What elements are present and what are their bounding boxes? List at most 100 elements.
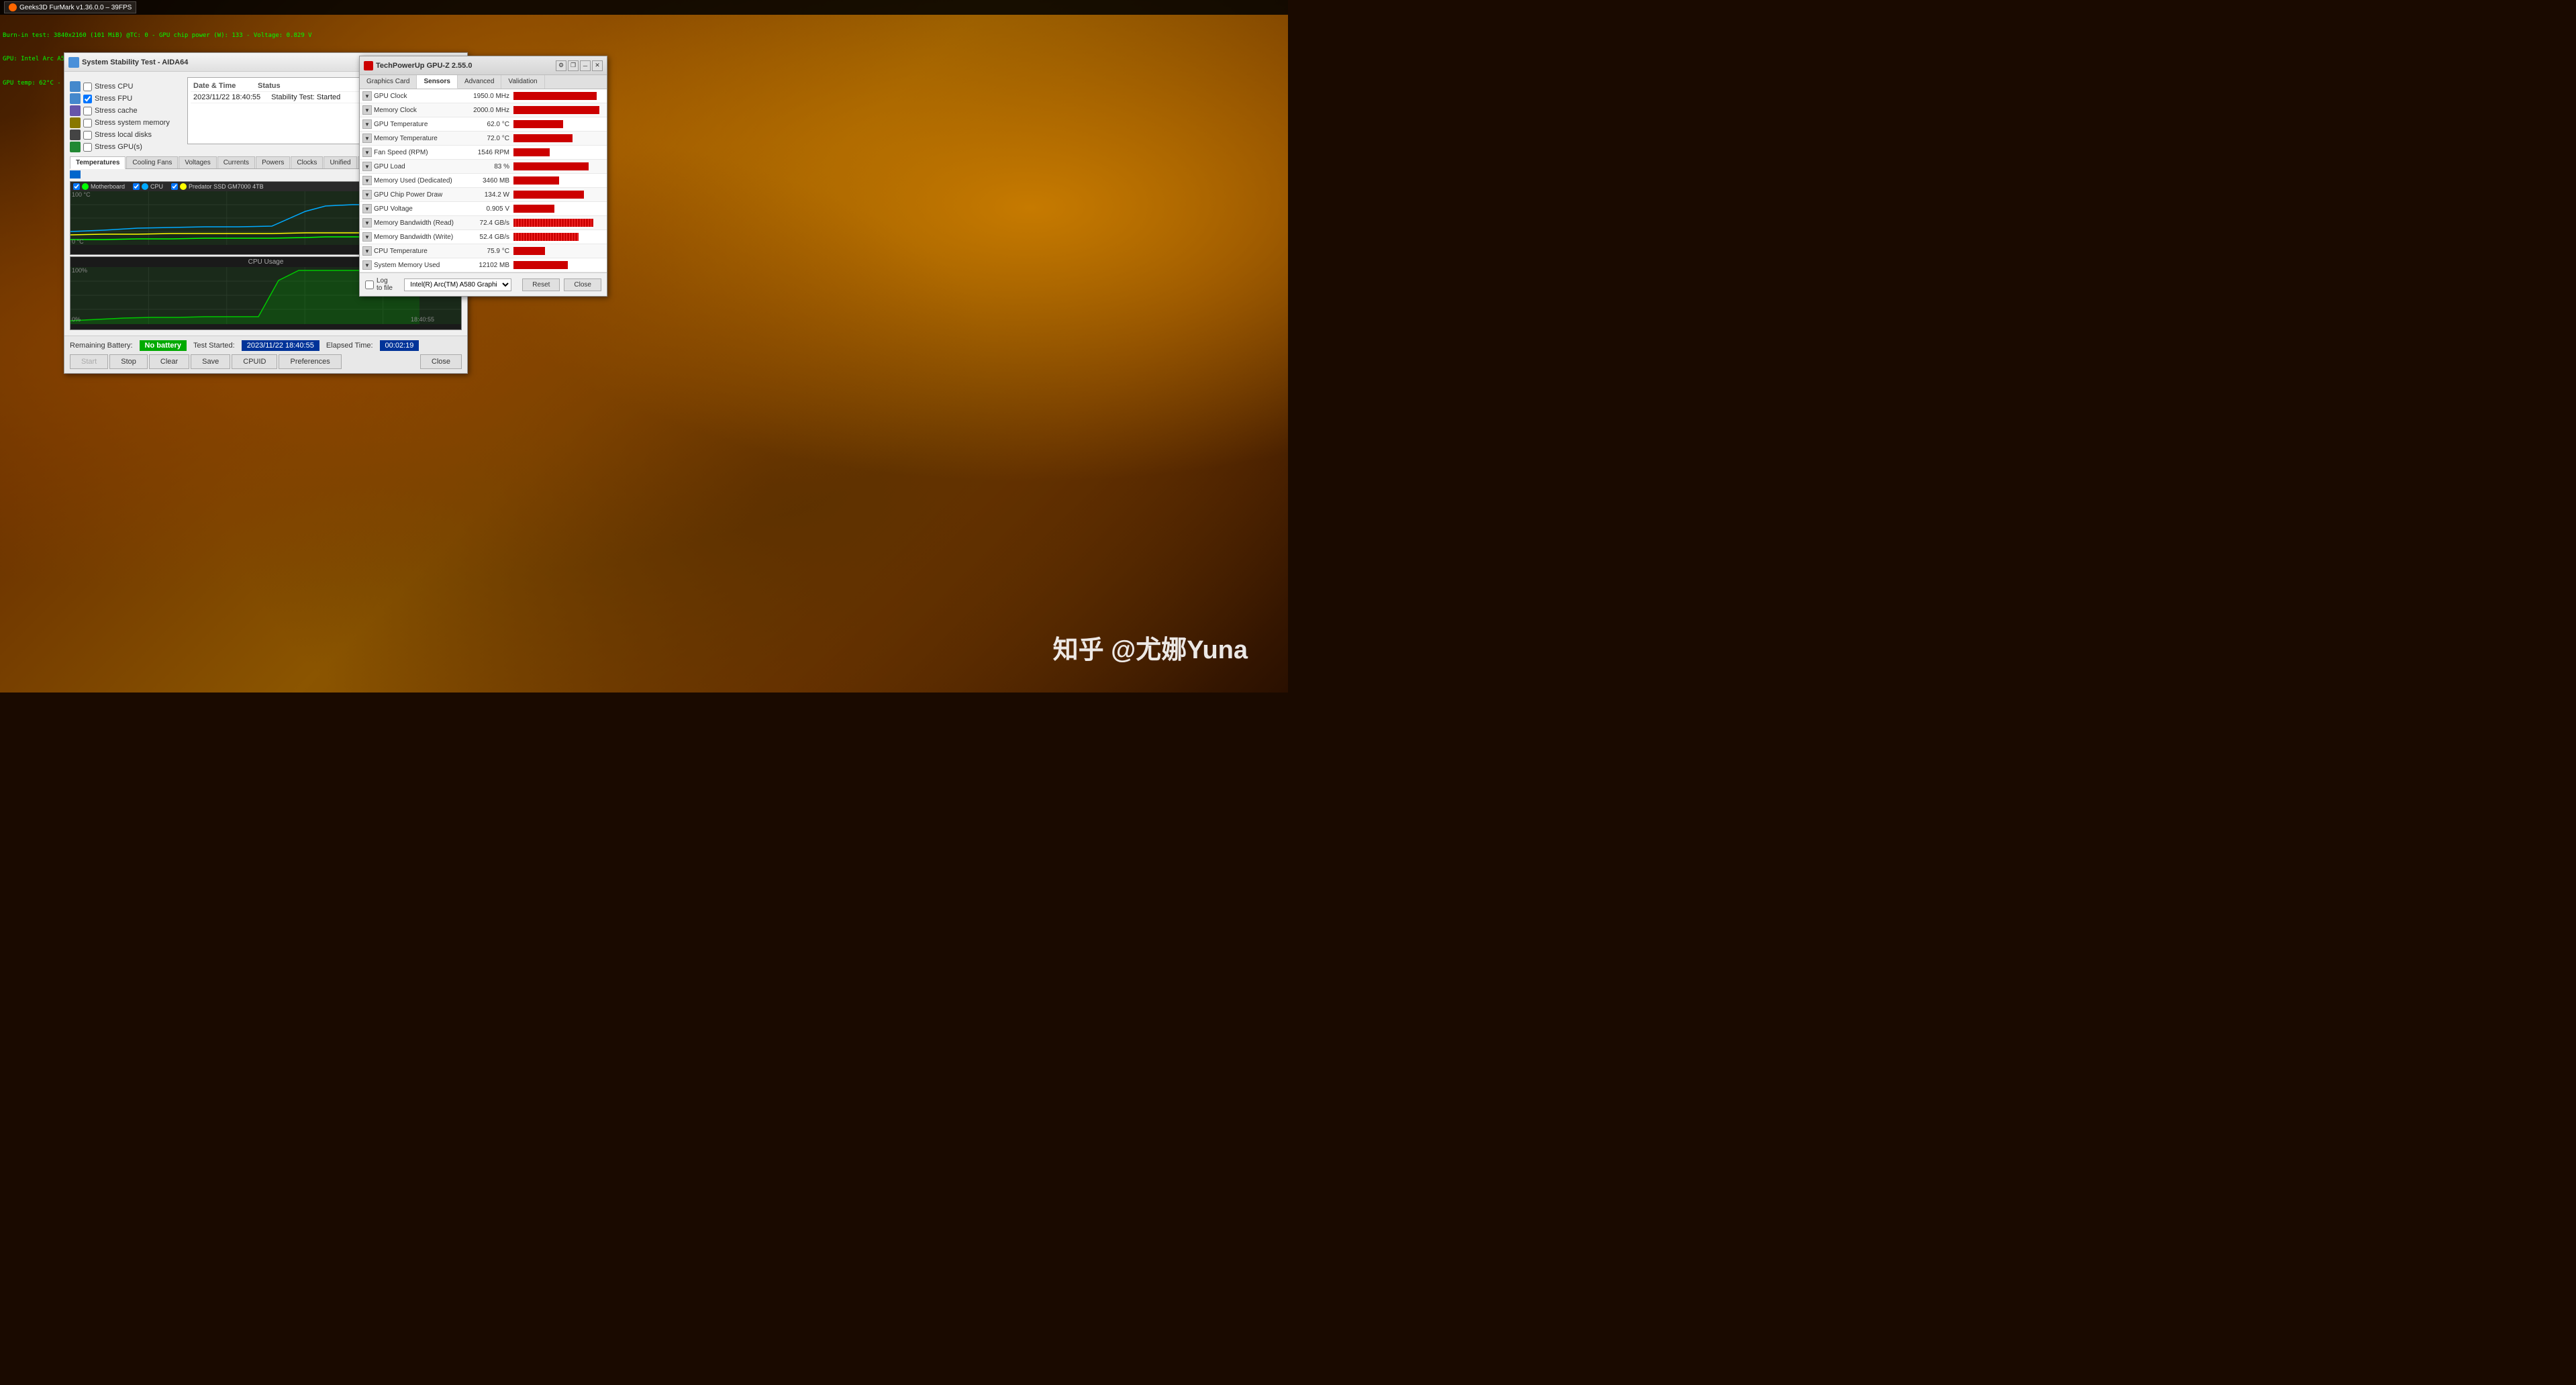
- gpuz-close-btn-footer[interactable]: Close: [564, 278, 601, 291]
- sensor-bar-container-5: [513, 162, 604, 170]
- sensor-bar-container-2: [513, 120, 604, 128]
- cpu-time-label: 18:40:55: [411, 316, 434, 323]
- sensor-bar-container-8: [513, 205, 604, 213]
- sensor-dropdown-11[interactable]: ▼: [362, 246, 372, 256]
- sensor-row-5: ▼GPU Load83 %: [360, 160, 607, 174]
- checkbox-stress-fpu[interactable]: Stress FPU: [70, 93, 184, 104]
- checkbox-stress-local[interactable]: Stress local disks: [70, 130, 184, 140]
- gpuz-close-btn[interactable]: ✕: [592, 60, 603, 71]
- sensor-dropdown-10[interactable]: ▼: [362, 232, 372, 242]
- battery-value: No battery: [140, 340, 187, 351]
- checkbox-stress-memory[interactable]: Stress system memory: [70, 117, 184, 128]
- preferences-button[interactable]: Preferences: [279, 354, 341, 369]
- action-buttons: Start Stop Clear Save CPUID Preferences …: [70, 354, 462, 369]
- stress-gpu-checkbox[interactable]: [83, 143, 92, 152]
- stress-fpu-label: Stress FPU: [95, 95, 132, 103]
- tab-powers[interactable]: Powers: [256, 156, 290, 168]
- sensor-bar-container-11: [513, 247, 604, 255]
- gpu-select[interactable]: Intel(R) Arc(TM) A580 Graphics: [404, 278, 511, 291]
- sensor-name-0: ▼GPU Clock: [362, 91, 466, 101]
- sensor-bar-container-3: [513, 134, 604, 142]
- save-button[interactable]: Save: [191, 354, 230, 369]
- gpuz-title: TechPowerUp GPU-Z 2.55.0: [376, 62, 553, 70]
- stress-cache-checkbox[interactable]: [83, 107, 92, 115]
- sensor-dropdown-4[interactable]: ▼: [362, 148, 372, 157]
- sensor-bar-container-1: [513, 106, 604, 114]
- gpuz-footer-btns: Reset Close: [522, 278, 601, 291]
- sensor-dropdown-12[interactable]: ▼: [362, 260, 372, 270]
- checkbox-stress-gpu[interactable]: Stress GPU(s): [70, 142, 184, 152]
- sensor-name-2: ▼GPU Temperature: [362, 119, 466, 129]
- clear-button[interactable]: Clear: [149, 354, 189, 369]
- tab-temperatures[interactable]: Temperatures: [70, 156, 126, 169]
- furmark-line-1: Burn-in test: 3840x2160 (101 MiB) @TC: 0…: [3, 32, 312, 40]
- sensor-bar-3: [513, 134, 573, 142]
- sensor-value-7: 134.2 W: [466, 191, 513, 199]
- sensor-dropdown-7[interactable]: ▼: [362, 190, 372, 199]
- taskbar: Geeks3D FurMark v1.36.0.0 – 39FPS: [0, 0, 1288, 15]
- sensor-value-4: 1546 RPM: [466, 149, 513, 156]
- sensor-bar-10: [513, 233, 579, 241]
- sensor-dropdown-5[interactable]: ▼: [362, 162, 372, 171]
- tab-currents[interactable]: Currents: [217, 156, 255, 168]
- sensor-row-4: ▼Fan Speed (RPM)1546 RPM: [360, 146, 607, 160]
- sensor-dropdown-3[interactable]: ▼: [362, 134, 372, 143]
- stress-cpu-checkbox[interactable]: [83, 83, 92, 91]
- gpuz-tab-validation[interactable]: Validation: [501, 75, 544, 89]
- legend-mb-label: Motherboard: [91, 183, 125, 190]
- taskbar-furmark[interactable]: Geeks3D FurMark v1.36.0.0 – 39FPS: [4, 1, 136, 13]
- tab-cooling-fans[interactable]: Cooling Fans: [126, 156, 178, 168]
- close-button[interactable]: Close: [420, 354, 462, 369]
- start-button[interactable]: Start: [70, 354, 108, 369]
- sensor-dropdown-8[interactable]: ▼: [362, 204, 372, 213]
- log-to-file-checkbox[interactable]: [365, 280, 374, 289]
- sensor-name-7: ▼GPU Chip Power Draw: [362, 190, 466, 199]
- sensor-dropdown-0[interactable]: ▼: [362, 91, 372, 101]
- sensor-bar-1: [513, 106, 599, 114]
- checkbox-stress-cpu[interactable]: Stress CPU: [70, 81, 184, 92]
- stress-memory-checkbox[interactable]: [83, 119, 92, 127]
- stress-local-checkbox[interactable]: [83, 131, 92, 140]
- cpuid-button[interactable]: CPUID: [232, 354, 277, 369]
- legend-mb-checkbox[interactable]: [73, 183, 80, 190]
- checkbox-stress-cache[interactable]: Stress cache: [70, 105, 184, 116]
- sensor-value-10: 52.4 GB/s: [466, 234, 513, 241]
- legend-ssd-checkbox[interactable]: [171, 183, 178, 190]
- ssd-color: [180, 183, 187, 190]
- sensor-value-2: 62.0 °C: [466, 121, 513, 128]
- tab-clocks[interactable]: Clocks: [291, 156, 323, 168]
- sensor-dropdown-1[interactable]: ▼: [362, 105, 372, 115]
- sensor-dropdown-2[interactable]: ▼: [362, 119, 372, 129]
- chart-scroll-indicator[interactable]: [70, 170, 81, 178]
- stop-button[interactable]: Stop: [109, 354, 148, 369]
- sensor-bar-container-6: [513, 176, 604, 185]
- gpuz-reset-btn[interactable]: Reset: [522, 278, 560, 291]
- tab-unified[interactable]: Unified: [324, 156, 356, 168]
- gpuz-footer: Log to file Intel(R) Arc(TM) A580 Graphi…: [360, 272, 607, 296]
- sensor-dropdown-6[interactable]: ▼: [362, 176, 372, 185]
- gpuz-tab-advanced[interactable]: Advanced: [458, 75, 501, 89]
- sensor-dropdown-9[interactable]: ▼: [362, 218, 372, 227]
- sensor-row-12: ▼System Memory Used12102 MB: [360, 258, 607, 272]
- sensor-value-3: 72.0 °C: [466, 135, 513, 142]
- legend-cpu-checkbox[interactable]: [133, 183, 140, 190]
- sensor-row-3: ▼Memory Temperature72.0 °C: [360, 132, 607, 146]
- stress-fpu-checkbox[interactable]: [83, 95, 92, 103]
- sensor-name-1: ▼Memory Clock: [362, 105, 466, 115]
- gpuz-minimize-btn[interactable]: ─: [580, 60, 591, 71]
- gpuz-tab-sensors[interactable]: Sensors: [417, 75, 457, 89]
- sensor-value-6: 3460 MB: [466, 177, 513, 185]
- sensors-content: ▼GPU Clock1950.0 MHz▼Memory Clock2000.0 …: [360, 89, 607, 272]
- sensor-bar-container-7: [513, 191, 604, 199]
- sensor-bar-7: [513, 191, 584, 199]
- gpuz-settings-btn[interactable]: ⚙: [556, 60, 566, 71]
- gpuz-tabs: Graphics Card Sensors Advanced Validatio…: [360, 75, 607, 89]
- gpuz-tab-graphics-card[interactable]: Graphics Card: [360, 75, 417, 89]
- test-started-value: 2023/11/22 18:40:55: [242, 340, 319, 351]
- cpu-y-min-left: 0%: [72, 316, 81, 323]
- sensor-row-6: ▼Memory Used (Dedicated)3460 MB: [360, 174, 607, 188]
- date-time-value: 2023/11/22 18:40:55: [193, 93, 260, 101]
- gpuz-restore-btn[interactable]: ❐: [568, 60, 579, 71]
- tab-voltages[interactable]: Voltages: [179, 156, 216, 168]
- sensor-value-11: 75.9 °C: [466, 248, 513, 255]
